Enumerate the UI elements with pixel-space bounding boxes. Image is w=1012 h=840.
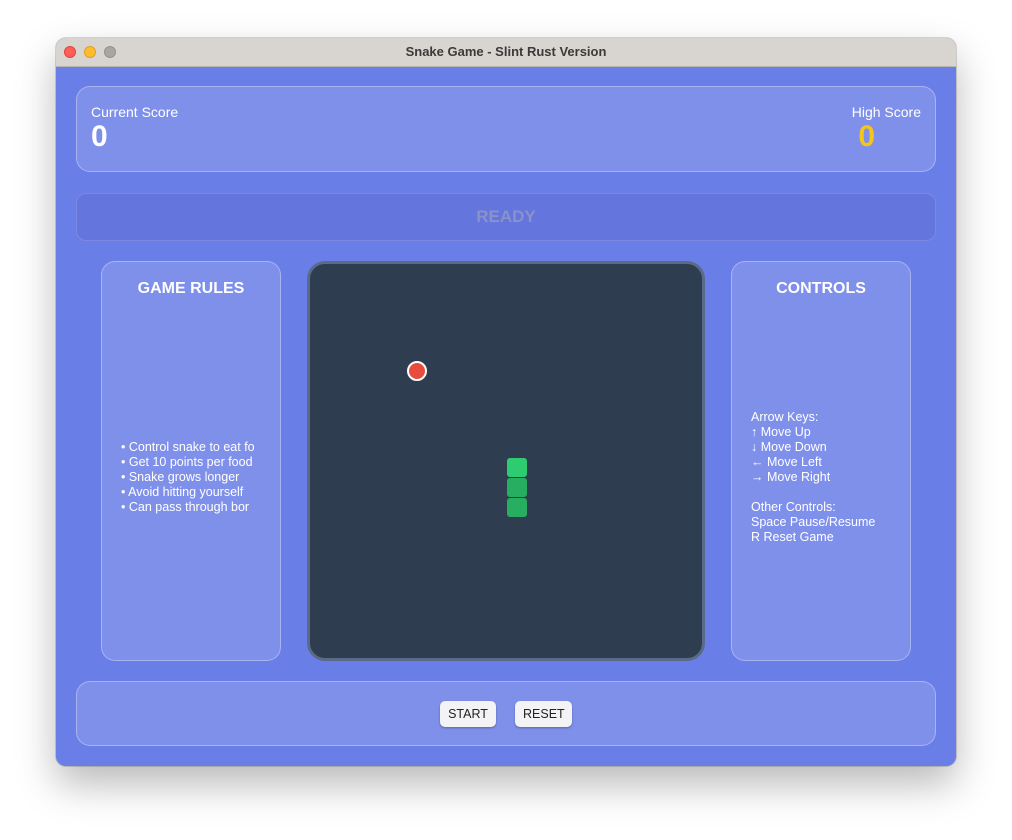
controls-list: Arrow Keys: ↑ Move Up ↓ Move Down ← Move… <box>751 410 906 545</box>
rule-item: • Control snake to eat fo <box>121 440 255 454</box>
game-board[interactable] <box>307 261 705 661</box>
rule-item: • Snake grows longer <box>121 470 240 484</box>
high-score-value: 0 <box>858 120 875 153</box>
start-button[interactable]: START <box>440 701 496 727</box>
controls-line: ↓ Move Down <box>751 440 827 454</box>
snake-segment <box>507 498 527 517</box>
controls-line: Arrow Keys: <box>751 410 819 424</box>
current-score-value: 0 <box>91 120 108 153</box>
snake-segment <box>507 478 527 497</box>
title-bar: Snake Game - Slint Rust Version <box>56 38 956 67</box>
game-status-text: READY <box>476 207 536 226</box>
reset-button[interactable]: RESET <box>515 701 572 727</box>
controls-line: Other Controls: <box>751 500 836 514</box>
button-bar: START RESET <box>76 681 936 746</box>
game-rules-list: • Control snake to eat fo • Get 10 point… <box>121 440 261 515</box>
rule-item: • Can pass through bor <box>121 500 250 514</box>
game-rules-panel: GAME RULES • Control snake to eat fo • G… <box>101 261 281 661</box>
controls-line: ← Move Left <box>751 455 822 469</box>
game-content: Current Score 0 High Score 0 READY GAME … <box>56 67 956 766</box>
controls-line: R Reset Game <box>751 530 834 544</box>
food-item <box>407 361 427 381</box>
rule-item: • Avoid hitting yourself <box>121 485 244 499</box>
score-panel: Current Score 0 High Score 0 <box>76 86 936 172</box>
status-bar: READY <box>76 193 936 241</box>
controls-line <box>751 485 906 500</box>
controls-line: ↑ Move Up <box>751 425 811 439</box>
window-title: Snake Game - Slint Rust Version <box>405 44 607 59</box>
app-window: Snake Game - Slint Rust Version Current … <box>56 38 956 766</box>
high-score-label: High Score <box>851 104 921 120</box>
controls-line: Space Pause/Resume <box>751 515 876 529</box>
snake-head <box>507 458 527 477</box>
controls-line: → Move Right <box>751 470 831 484</box>
game-rules-heading: GAME RULES <box>137 280 245 297</box>
controls-panel: CONTROLS Arrow Keys: ↑ Move Up ↓ Move Do… <box>731 261 911 661</box>
rule-item: • Get 10 points per food <box>121 455 253 469</box>
current-score-label: Current Score <box>91 104 179 120</box>
controls-heading: CONTROLS <box>776 280 866 297</box>
